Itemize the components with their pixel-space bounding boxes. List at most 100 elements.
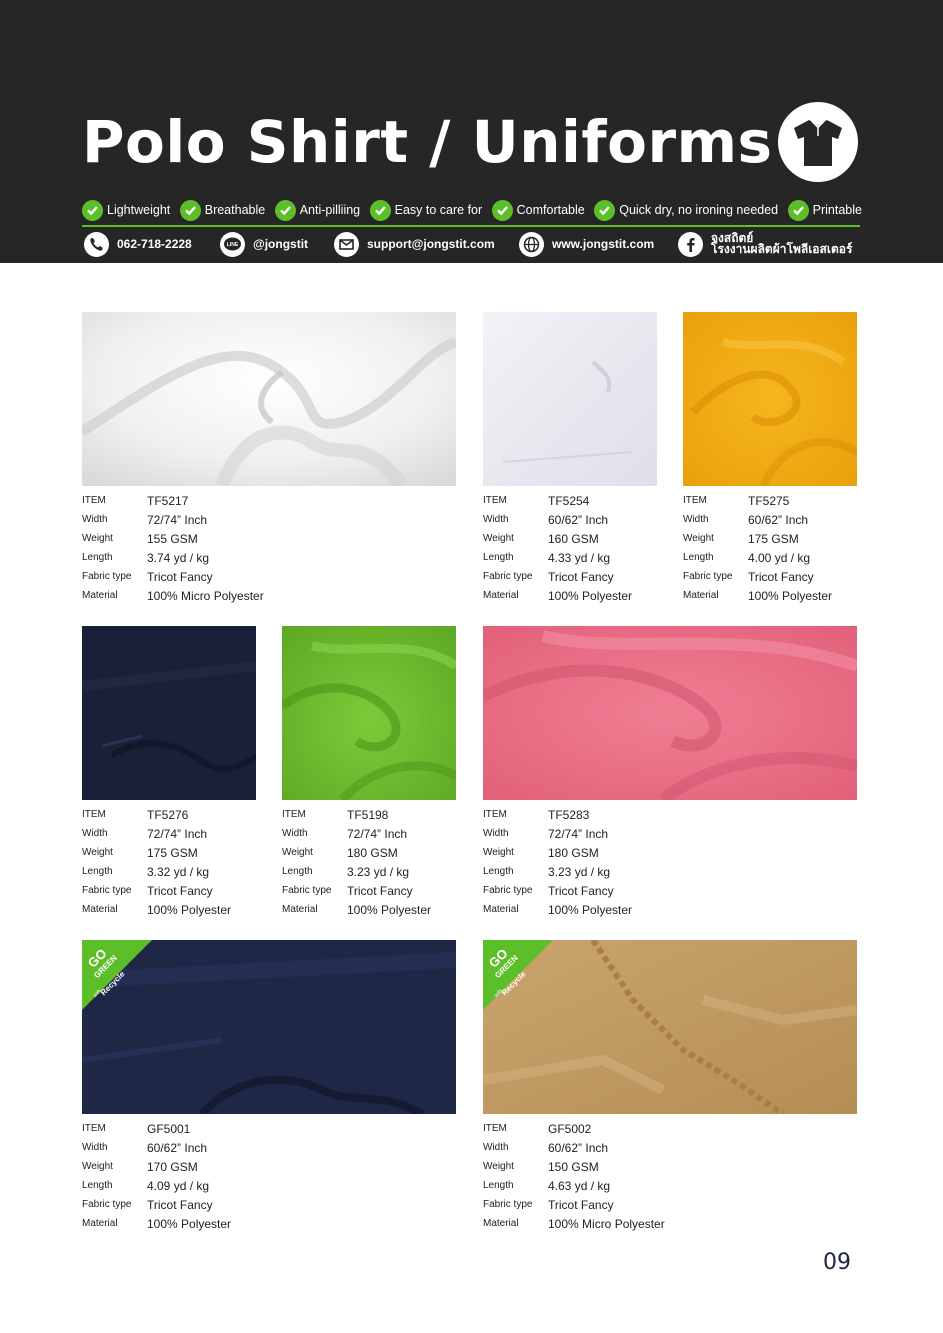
spec-row-weight: Weight 170 GSM — [82, 1157, 342, 1176]
spec-row-width: Width 72/74” Inch — [82, 510, 342, 529]
spec-row-length: Length 4.63 yd / kg — [483, 1176, 743, 1195]
go-green-recycle-badge: GO GREEN with Recycle — [483, 940, 553, 1010]
phone-number: 062-718-2228 — [117, 236, 192, 251]
spec-key: Width — [483, 828, 509, 839]
spec-value: 3.23 yd / kg — [548, 864, 611, 879]
spec-row-width: Width 72/74” Inch — [483, 824, 743, 843]
spec-value: Tricot Fancy — [548, 1197, 614, 1212]
spec-value: 4.09 yd / kg — [147, 1178, 210, 1193]
spec-row-material: Material 100% Micro Polyester — [82, 586, 342, 605]
feature-list: Lightweight Breathable Anti-pilliing Eas… — [82, 198, 862, 222]
spec-key: Weight — [82, 533, 113, 544]
spec-key: Width — [483, 1142, 509, 1153]
check-icon — [491, 199, 513, 221]
spec-value: 3.23 yd / kg — [347, 864, 410, 879]
spec-key: Length — [683, 552, 714, 563]
line-icon: LINE — [220, 231, 245, 257]
spec-key: Width — [683, 514, 709, 525]
contact-phone[interactable]: 062-718-2228 — [84, 230, 192, 258]
spec-key: Weight — [483, 533, 514, 544]
spec-key: Width — [82, 514, 108, 525]
spec-key: Fabric type — [483, 885, 533, 896]
phone-icon — [84, 231, 109, 257]
spec-value: TF5283 — [548, 807, 590, 822]
spec-row-item: ITEM TF5217 — [82, 491, 342, 510]
feature-label: Breathable — [204, 203, 266, 217]
facebook-line-2: โรงงานผลิตผ้าโพลีเอสเตอร์ — [711, 242, 853, 256]
spec-key: ITEM — [82, 809, 106, 820]
spec-row-item: ITEM GF5001 — [82, 1119, 342, 1138]
spec-key: Weight — [683, 533, 714, 544]
website-url: www.jongstit.com — [552, 236, 655, 251]
spec-key: Weight — [483, 847, 514, 858]
spec-row-length: Length 4.09 yd / kg — [82, 1176, 342, 1195]
spec-key: Fabric type — [282, 885, 332, 896]
spec-value: 4.63 yd / kg — [548, 1178, 611, 1193]
feature-label: Lightweight — [107, 203, 171, 217]
fabric-swatch-GF5002: GO GREEN with Recycle — [483, 940, 857, 1114]
spec-value: 175 GSM — [147, 845, 198, 860]
spec-value: 100% Micro Polyester — [548, 1216, 665, 1231]
spec-table-GF5001: ITEM GF5001 Width 60/62” Inch Weight 170 GS… — [82, 1119, 342, 1233]
contact-email[interactable]: support@jongstit.com — [334, 230, 495, 258]
spec-key: Material — [483, 904, 519, 915]
spec-key: Material — [282, 904, 318, 915]
line-id: @jongstit — [253, 236, 309, 251]
spec-key: ITEM — [483, 809, 507, 820]
spec-value: 3.32 yd / kg — [147, 864, 210, 879]
contact-website[interactable]: www.jongstit.com — [519, 230, 654, 258]
spec-key: ITEM — [82, 1123, 106, 1134]
spec-row-fabric-type: Fabric type Tricot Fancy — [82, 1195, 342, 1214]
spec-value: Tricot Fancy — [548, 883, 614, 898]
spec-key: ITEM — [683, 495, 707, 506]
spec-key: Fabric type — [483, 571, 533, 582]
facebook-icon — [678, 231, 703, 257]
spec-key: Fabric type — [82, 885, 132, 896]
feature-item: Comfortable — [491, 199, 585, 221]
spec-value: 72/74” Inch — [147, 826, 208, 841]
spec-key: Fabric type — [483, 1199, 533, 1210]
spec-row-fabric-type: Fabric type Tricot Fancy — [683, 567, 943, 586]
fabric-swatch-TF5275 — [683, 312, 857, 486]
feature-item: Breathable — [179, 199, 266, 221]
globe-icon — [519, 231, 544, 257]
spec-value: 180 GSM — [548, 845, 599, 860]
spec-key: Fabric type — [683, 571, 733, 582]
spec-value: 4.33 yd / kg — [548, 550, 611, 565]
spec-key: Fabric type — [82, 571, 132, 582]
fabric-swatch-TF5276 — [82, 626, 256, 800]
spec-key: Width — [82, 828, 108, 839]
spec-row-fabric-type: Fabric type Tricot Fancy — [483, 881, 743, 900]
spec-value: 175 GSM — [748, 531, 799, 546]
feature-label: Easy to care for — [394, 203, 483, 217]
feature-label: Quick dry, no ironing needed — [619, 203, 779, 217]
spec-table-TF5275: ITEM TF5275 Width 60/62” Inch Weight 175 GS… — [683, 491, 943, 605]
spec-row-width: Width 60/62” Inch — [82, 1138, 342, 1157]
spec-value: 170 GSM — [147, 1159, 198, 1174]
spec-value: 72/74” Inch — [147, 512, 208, 527]
fabric-swatch-TF5283 — [483, 626, 857, 800]
fabric-swatch-GF5001: GO GREEN with Recycle — [82, 940, 456, 1114]
contact-line[interactable]: LINE @jongstit — [220, 230, 308, 258]
check-icon — [787, 199, 809, 221]
spec-key: Material — [82, 1218, 118, 1229]
spec-value: 100% Polyester — [347, 902, 432, 917]
spec-value: 60/62” Inch — [548, 512, 609, 527]
check-icon — [179, 199, 201, 221]
spec-value: Tricot Fancy — [147, 569, 213, 584]
feature-item: Printable — [787, 199, 862, 221]
email-address: support@jongstit.com — [367, 236, 495, 251]
spec-key: Weight — [82, 1161, 113, 1172]
spec-row-weight: Weight 180 GSM — [483, 843, 743, 862]
spec-value: 155 GSM — [147, 531, 198, 546]
spec-row-material: Material 100% Polyester — [82, 1214, 342, 1233]
spec-key: Length — [483, 552, 514, 563]
spec-key: Weight — [82, 847, 113, 858]
spec-row-weight: Weight 155 GSM — [82, 529, 342, 548]
spec-key: Length — [483, 866, 514, 877]
spec-value: Tricot Fancy — [147, 883, 213, 898]
spec-key: Width — [82, 1142, 108, 1153]
contact-facebook[interactable]: จงสถิตย์ โรงงานผลิตผ้าโพลีเอสเตอร์ — [678, 230, 852, 258]
spec-value: TF5276 — [147, 807, 189, 822]
check-icon — [274, 199, 296, 221]
